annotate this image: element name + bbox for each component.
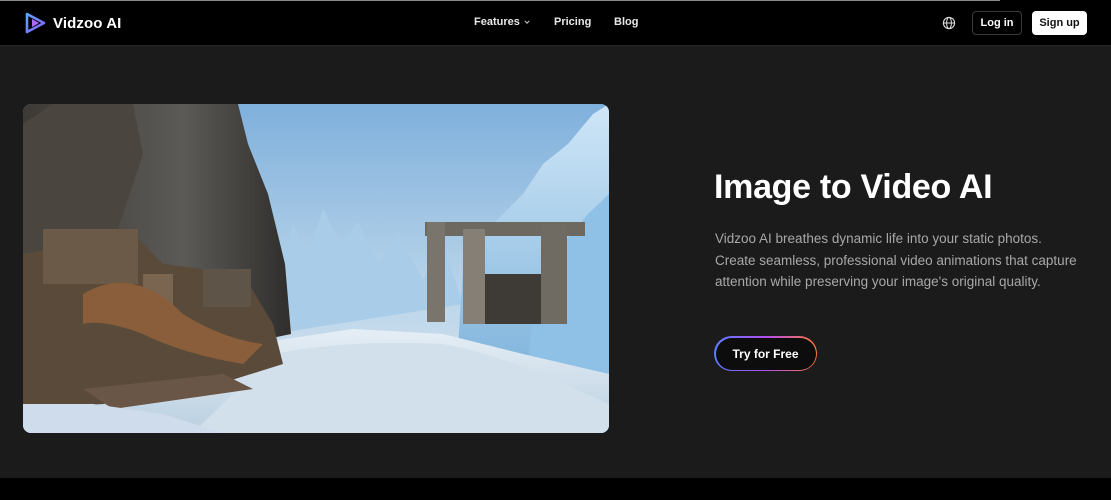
- nav-features-label: Features: [474, 16, 520, 28]
- top-divider: [0, 0, 1000, 1]
- hero-illustration: [23, 104, 609, 433]
- login-button[interactable]: Log in: [972, 11, 1022, 35]
- globe-icon[interactable]: [942, 16, 956, 30]
- brand-logo-link[interactable]: Vidzoo AI: [25, 11, 121, 35]
- chevron-down-icon: [524, 20, 530, 24]
- next-section-edge: [0, 478, 1111, 500]
- nav-features[interactable]: Features: [474, 16, 530, 28]
- try-for-free-button[interactable]: Try for Free: [714, 336, 817, 371]
- vidzoo-logo-icon: [25, 12, 46, 34]
- nav-blog[interactable]: Blog: [614, 16, 638, 28]
- hero-image: [23, 104, 609, 433]
- try-for-free-label: Try for Free: [715, 337, 816, 370]
- page-title: Image to Video AI: [714, 168, 993, 206]
- brand-name: Vidzoo AI: [53, 14, 122, 32]
- top-navigation-bar: Vidzoo AI Features Pricing Blog Log in S…: [0, 0, 1111, 46]
- signup-button[interactable]: Sign up: [1032, 11, 1087, 35]
- hero-description: Vidzoo AI breathes dynamic life into you…: [715, 231, 1077, 289]
- nav-pricing[interactable]: Pricing: [554, 16, 591, 28]
